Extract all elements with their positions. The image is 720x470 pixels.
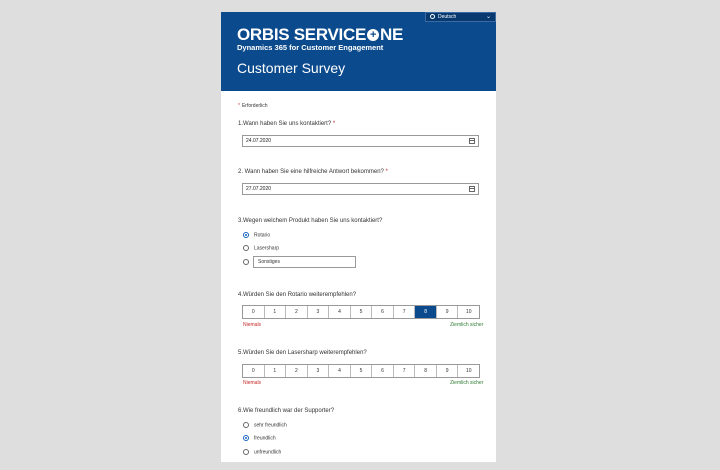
radio-icon[interactable] bbox=[243, 449, 249, 455]
scale-option-5[interactable]: 5 bbox=[351, 365, 373, 377]
scale-option-4[interactable]: 4 bbox=[329, 365, 351, 377]
required-note: * Erforderlich bbox=[238, 103, 268, 109]
company-logo: ORBIS SERVICE + NE bbox=[237, 25, 404, 44]
scale-option-10[interactable]: 10 bbox=[458, 365, 479, 377]
scale-option-6[interactable]: 6 bbox=[372, 365, 394, 377]
scale-option-2[interactable]: 2 bbox=[286, 306, 308, 318]
scale-option-4[interactable]: 4 bbox=[329, 306, 351, 318]
radio-selected-icon[interactable] bbox=[243, 435, 249, 441]
rotario-rating-scale: 0 1 2 3 4 5 6 7 8 9 10 bbox=[242, 305, 480, 319]
logo-tagline: Dynamics 365 for Customer Engagement bbox=[237, 43, 384, 52]
page-title: Customer Survey bbox=[237, 60, 346, 76]
lasersharp-rating-scale: 0 1 2 3 4 5 6 7 8 9 10 bbox=[242, 364, 480, 378]
calendar-icon[interactable] bbox=[469, 186, 475, 192]
radio-icon[interactable] bbox=[243, 259, 249, 265]
scale-option-8[interactable]: 8 bbox=[415, 306, 437, 318]
scale-option-1[interactable]: 1 bbox=[265, 306, 287, 318]
radio-icon[interactable] bbox=[243, 422, 249, 428]
scale-option-7[interactable]: 7 bbox=[394, 306, 416, 318]
plus-circle-icon: + bbox=[367, 29, 379, 41]
friendliness-option-very[interactable]: sehr freundlich bbox=[243, 422, 287, 430]
question-3-label: 3.Wegen welchem Produkt haben Sie uns ko… bbox=[238, 218, 383, 224]
contact-date-value: 24.07.2020 bbox=[246, 138, 272, 144]
question-2-label: 2. Wann haben Sie eine hilfreiche Antwor… bbox=[238, 169, 388, 175]
scale-high-label: Ziemlich sicher bbox=[450, 380, 484, 386]
survey-form: Deutsch ⌄ ORBIS SERVICE + NE Dynamics 365 … bbox=[221, 12, 496, 462]
chevron-down-icon: ⌄ bbox=[485, 14, 491, 20]
scale-option-8[interactable]: 8 bbox=[415, 365, 437, 377]
radio-selected-icon[interactable] bbox=[243, 232, 249, 238]
survey-header: Deutsch ⌄ ORBIS SERVICE + NE Dynamics 365 … bbox=[221, 12, 496, 91]
answer-date-input[interactable]: 27.07.2020 bbox=[242, 183, 479, 195]
scale-option-3[interactable]: 3 bbox=[308, 365, 330, 377]
scale-high-label: Ziemlich sicher bbox=[450, 322, 484, 328]
scale-option-7[interactable]: 7 bbox=[394, 365, 416, 377]
scale-low-label: Niemals bbox=[243, 322, 262, 328]
scale-option-1[interactable]: 1 bbox=[265, 365, 287, 377]
other-product-input[interactable]: Sonstiges bbox=[253, 256, 356, 268]
question-6-label: 6.Wie freundlich war der Supporter? bbox=[238, 408, 335, 414]
scale-low-label: Niemals bbox=[243, 380, 262, 386]
calendar-icon[interactable] bbox=[469, 138, 475, 144]
scale-option-0[interactable]: 0 bbox=[243, 306, 265, 318]
contact-date-input[interactable]: 24.07.2020 bbox=[242, 135, 479, 147]
scale-option-5[interactable]: 5 bbox=[351, 306, 373, 318]
language-selector[interactable]: Deutsch ⌄ bbox=[425, 12, 496, 22]
scale-option-10[interactable]: 10 bbox=[458, 306, 479, 318]
scale-option-9[interactable]: 9 bbox=[437, 365, 459, 377]
product-option-rotario[interactable]: Rotario bbox=[243, 232, 270, 240]
scale-option-9[interactable]: 9 bbox=[437, 306, 459, 318]
answer-date-value: 27.07.2020 bbox=[246, 186, 272, 192]
scale-option-2[interactable]: 2 bbox=[286, 365, 308, 377]
scale-option-6[interactable]: 6 bbox=[372, 306, 394, 318]
scale-option-3[interactable]: 3 bbox=[308, 306, 330, 318]
friendliness-option-unfriendly[interactable]: unfreundlich bbox=[243, 449, 281, 457]
question-4-label: 4.Würden Sie den Rotario weiterempfehlen… bbox=[238, 292, 357, 298]
language-label: Deutsch bbox=[438, 14, 457, 20]
friendliness-option-friendly[interactable]: freundlich bbox=[243, 435, 276, 443]
product-option-lasersharp[interactable]: Lasersharp bbox=[243, 245, 279, 253]
radio-icon[interactable] bbox=[243, 245, 249, 251]
question-5-label: 5.Würden Sie den Lasersharp weiterempfeh… bbox=[238, 350, 367, 356]
scale-option-0[interactable]: 0 bbox=[243, 365, 265, 377]
globe-icon bbox=[430, 14, 435, 20]
question-1-label: 1.Wann haben Sie uns kontaktiert? * bbox=[238, 121, 336, 127]
